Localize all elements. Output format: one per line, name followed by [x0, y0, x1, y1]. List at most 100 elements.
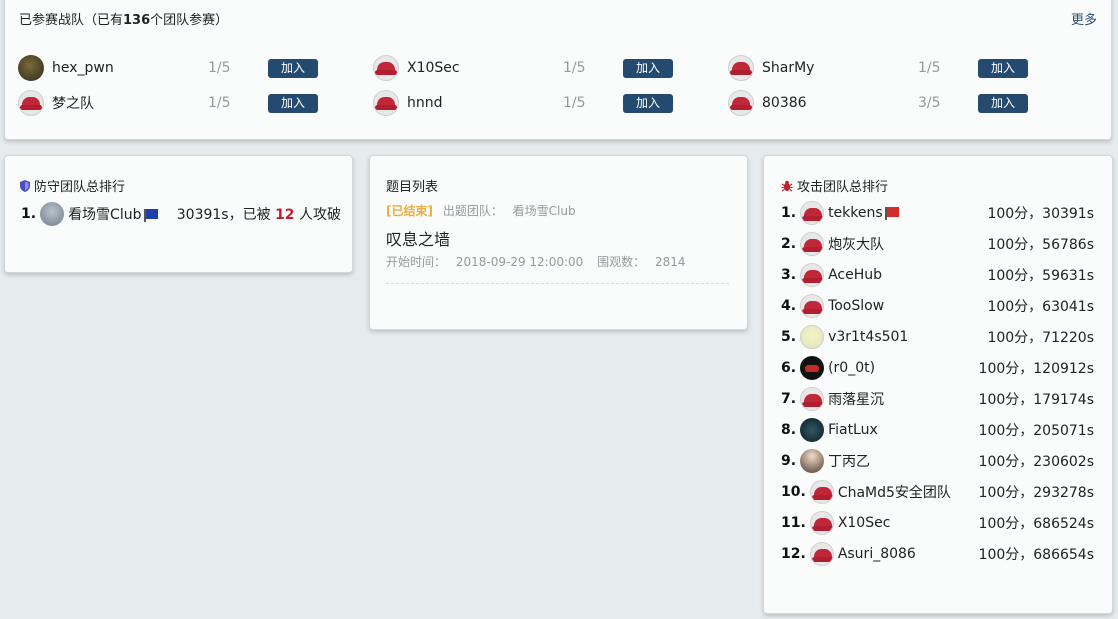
rank-number: 12.: [781, 546, 806, 562]
rank-team-name[interactable]: v3r1t4s501: [828, 329, 908, 345]
rank-number: 9.: [781, 453, 797, 469]
rank-number: 3.: [781, 267, 797, 283]
attack-rank-row: 3. AceHub 100分，59631s: [781, 262, 1094, 288]
attack-title-text: 攻击团队总排行: [797, 180, 889, 195]
join-button[interactable]: 加入: [623, 58, 673, 78]
team-item: hnnd 1/5 加入: [373, 89, 673, 117]
rank-number: 2.: [781, 236, 797, 252]
defense-team-avatar: [40, 202, 65, 226]
problem-meta: [已结束] 出题团队： 看场雪Club: [386, 202, 576, 219]
rank-team-name[interactable]: 炮灰大队: [828, 237, 884, 253]
rank-score: 100分，71220s: [987, 330, 1094, 346]
rank-team-name[interactable]: FiatLux: [828, 422, 878, 438]
teams-panel: 已参赛战队（已有136个团队参赛） 更多 hex_pwn 1/5 加入 X10S…: [4, 0, 1112, 140]
rank-number: 5.: [781, 329, 797, 345]
team-member-count: 1/5: [208, 60, 231, 76]
rank-score: 100分，120912s: [978, 361, 1094, 377]
team-item: 梦之队 1/5 加入: [18, 89, 318, 117]
problem-list-panel: 题目列表 [已结束] 出题团队： 看场雪Club 叹息之墙 开始时间： 2018…: [369, 155, 748, 330]
rank-team: X10Sec: [838, 515, 979, 531]
defense-row: 1. 看场雪Club 30391s，已被 12 人攻破: [21, 201, 341, 227]
defense-suffix: 人攻破: [299, 207, 341, 223]
rank-team: Asuri_8086: [838, 546, 979, 562]
rank-score: 100分，686524s: [978, 516, 1094, 532]
team-avatar: [728, 55, 754, 81]
team-name[interactable]: X10Sec: [407, 60, 557, 76]
team-avatar: [800, 418, 825, 442]
rank-number: 6.: [781, 360, 797, 376]
rank-team-name[interactable]: TooSlow: [828, 298, 884, 314]
rank-team: ChaMd5安全团队: [838, 482, 979, 502]
rank-team: (r0_0t): [828, 360, 978, 376]
problem-author: 看场雪Club: [512, 204, 576, 218]
rank-number: 1.: [781, 205, 797, 221]
join-button[interactable]: 加入: [268, 93, 318, 113]
problem-title[interactable]: 叹息之墙: [386, 226, 450, 250]
team-name[interactable]: 80386: [762, 95, 912, 111]
rank-score: 100分，56786s: [987, 237, 1094, 253]
join-button[interactable]: 加入: [268, 58, 318, 78]
rank-team-name[interactable]: X10Sec: [838, 515, 891, 531]
problem-info: 开始时间： 2018-09-29 12:00:00 围观数： 2814: [386, 253, 686, 270]
problem-status-badge: [已结束]: [386, 204, 433, 218]
attack-rank-row: 11. X10Sec 100分，686524s: [781, 510, 1094, 536]
attack-title: 攻击团队总排行: [781, 176, 888, 195]
defense-title-text: 防守团队总排行: [34, 180, 126, 195]
shield-icon: [20, 180, 30, 192]
start-time: 2018-09-29 12:00:00: [455, 255, 584, 269]
rank-score: 100分，230602s: [978, 454, 1094, 470]
join-button[interactable]: 加入: [623, 93, 673, 113]
rank-score: 100分，30391s: [987, 206, 1094, 222]
rank-score: 100分，63041s: [987, 299, 1094, 315]
team-avatar: [800, 387, 825, 411]
rank-team-name[interactable]: 雨落星沉: [828, 392, 884, 408]
team-member-count: 1/5: [563, 95, 586, 111]
attack-rank-row: 4. TooSlow 100分，63041s: [781, 293, 1094, 319]
problem-author-label: 出题团队：: [442, 204, 503, 218]
defense-team-name[interactable]: 看场雪Club: [68, 204, 141, 224]
team-name[interactable]: SharMy: [762, 60, 912, 76]
rank-number: 4.: [781, 298, 797, 314]
team-avatar: [18, 55, 44, 81]
rank-team-name[interactable]: Asuri_8086: [838, 546, 916, 562]
attack-rank-row: 2. 炮灰大队 100分，56786s: [781, 231, 1094, 257]
team-item: 80386 3/5 加入: [728, 89, 1028, 117]
attack-rank-row: 12. Asuri_8086 100分，686654s: [781, 541, 1094, 567]
flag-icon: [884, 207, 899, 220]
flag-icon: [143, 209, 158, 222]
team-member-count: 1/5: [918, 60, 941, 76]
rank-team: AceHub: [828, 267, 987, 283]
rank-number: 10.: [781, 484, 806, 500]
teams-title-prefix: 已参赛战队（已有: [19, 13, 124, 28]
attack-rank-row: 7. 雨落星沉 100分，179174s: [781, 386, 1094, 412]
views-count: 2814: [654, 255, 686, 269]
rank-score: 100分，293278s: [978, 485, 1094, 501]
rank-team: TooSlow: [828, 298, 987, 314]
team-avatar: [800, 356, 825, 380]
team-name[interactable]: 梦之队: [52, 93, 202, 113]
team-avatar: [800, 232, 825, 256]
more-link[interactable]: 更多: [1071, 9, 1097, 28]
rank-team-name[interactable]: AceHub: [828, 267, 882, 283]
rank-team-name[interactable]: ChaMd5安全团队: [838, 485, 951, 501]
team-avatar: [18, 90, 44, 116]
team-name[interactable]: hnnd: [407, 95, 557, 111]
team-item: hex_pwn 1/5 加入: [18, 54, 318, 82]
attack-ranking-panel: 攻击团队总排行 1. tekkens 100分，30391s 2. 炮灰大队 100分，5…: [763, 155, 1113, 614]
team-member-count: 3/5: [918, 95, 941, 111]
team-avatar: [800, 201, 825, 225]
team-name[interactable]: hex_pwn: [52, 60, 202, 76]
rank-team-name[interactable]: 丁丙乙: [828, 454, 870, 470]
divider: [386, 283, 729, 284]
team-item: X10Sec 1/5 加入: [373, 54, 673, 82]
teams-count: 136: [123, 13, 151, 28]
join-button[interactable]: 加入: [978, 93, 1028, 113]
attack-rank-row: 1. tekkens 100分，30391s: [781, 200, 1094, 226]
team-avatar: [800, 263, 825, 287]
rank-number: 8.: [781, 422, 797, 438]
join-button[interactable]: 加入: [978, 58, 1028, 78]
rank-team: tekkens: [828, 205, 987, 221]
rank-team-name[interactable]: tekkens: [828, 205, 883, 221]
teams-title-suffix: 个团队参赛）: [150, 13, 229, 28]
rank-team-name[interactable]: (r0_0t): [828, 360, 875, 376]
